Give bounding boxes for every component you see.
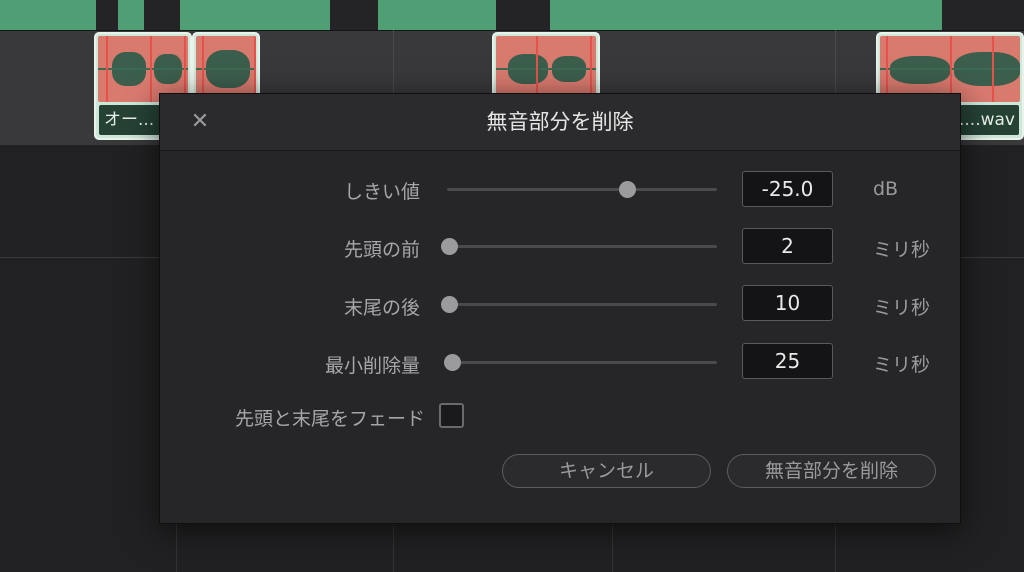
video-track[interactable]	[0, 0, 1024, 30]
track-segment	[118, 0, 144, 30]
slider-knob[interactable]	[441, 296, 458, 313]
post-padding-field[interactable]: 10	[742, 285, 833, 321]
threshold-unit: dB	[873, 178, 899, 200]
min-removal-slider[interactable]	[444, 350, 717, 374]
track-gap	[330, 0, 378, 30]
remove-silence-button[interactable]: 無音部分を削除	[727, 454, 936, 488]
slider-knob[interactable]	[619, 181, 636, 198]
fade-checkbox[interactable]	[439, 403, 464, 428]
remove-silence-dialog: ✕ 無音部分を削除 しきい値 -25.0 dB 先頭の前 2 ミリ秒 末尾の後 …	[159, 93, 961, 524]
min-removal-label: 最小削除量	[324, 355, 420, 377]
min-removal-field[interactable]: 25	[742, 343, 833, 379]
threshold-field[interactable]: -25.0	[742, 171, 833, 207]
track-gap	[942, 0, 1024, 30]
cancel-button[interactable]: キャンセル	[502, 454, 711, 488]
threshold-label: しきい値	[343, 181, 420, 203]
pre-padding-slider[interactable]	[441, 234, 717, 258]
track-gap	[96, 0, 118, 30]
slider-rail	[447, 303, 717, 306]
slider-rail	[447, 245, 717, 248]
track-segment	[378, 0, 496, 30]
slider-rail	[447, 361, 717, 364]
pre-padding-unit: ミリ秒	[873, 239, 931, 261]
slider-knob[interactable]	[444, 354, 461, 371]
track-gap	[496, 0, 550, 30]
track-segment	[550, 0, 942, 30]
slider-rail	[447, 188, 717, 191]
track-gap	[144, 0, 180, 30]
dialog-header: ✕ 無音部分を削除	[160, 94, 960, 151]
threshold-slider[interactable]	[447, 177, 717, 201]
post-padding-label: 末尾の後	[343, 297, 420, 319]
dialog-title: 無音部分を削除	[486, 110, 634, 134]
fade-label: 先頭と末尾をフェード	[234, 408, 425, 430]
slider-knob[interactable]	[441, 238, 458, 255]
track-segment	[0, 0, 96, 30]
pre-padding-field[interactable]: 2	[742, 228, 833, 264]
track-segment	[180, 0, 330, 30]
post-padding-unit: ミリ秒	[873, 297, 931, 319]
editor-window: オー... ....wav ✕ 無音部分を削除 しきい値 -25.0 dB 先頭…	[0, 0, 1024, 572]
post-padding-slider[interactable]	[441, 292, 717, 316]
min-removal-unit: ミリ秒	[873, 354, 931, 376]
pre-padding-label: 先頭の前	[343, 239, 420, 261]
